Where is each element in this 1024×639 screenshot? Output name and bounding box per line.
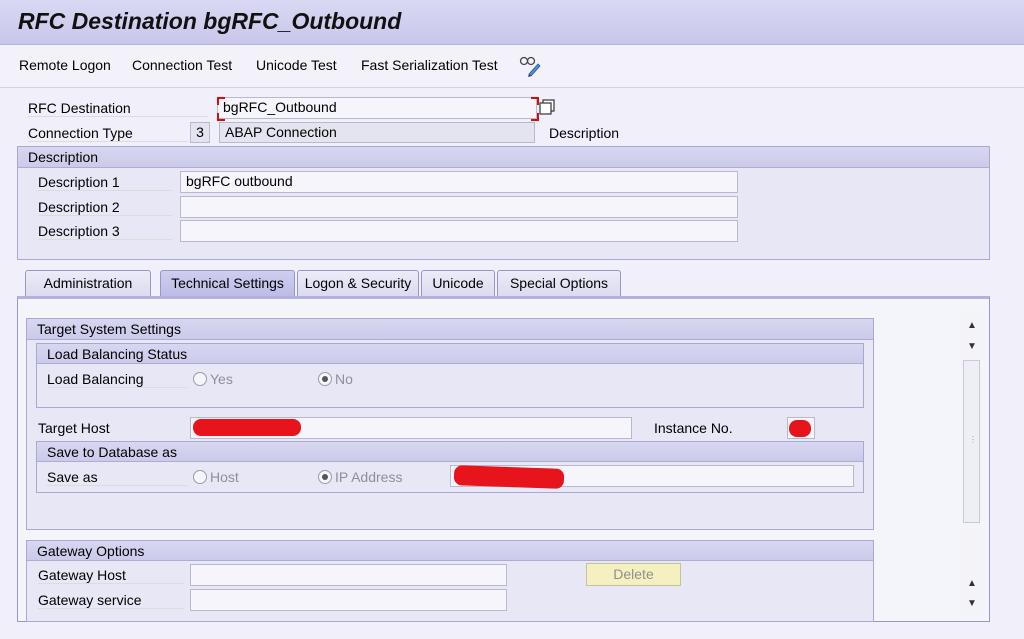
gateway-service-label: Gateway service bbox=[38, 592, 184, 609]
gateway-service-field[interactable] bbox=[190, 589, 507, 611]
save-to-database-title: Save to Database as bbox=[37, 442, 863, 462]
tab-special-options[interactable]: Special Options bbox=[497, 270, 621, 296]
tab-unicode[interactable]: Unicode bbox=[421, 270, 495, 296]
save-as-label: Save as bbox=[47, 469, 187, 486]
application-toolbar: Remote Logon Connection Test Unicode Tes… bbox=[0, 45, 1024, 88]
target-host-label: Target Host bbox=[38, 420, 110, 436]
scroll-up-icon[interactable]: ▲ bbox=[963, 320, 981, 331]
scrollbar-thumb[interactable]: ⋮ bbox=[963, 360, 980, 523]
connection-type-label: Connection Type bbox=[28, 125, 188, 142]
save-as-ip-label: IP Address bbox=[335, 469, 403, 485]
redaction-mark bbox=[789, 420, 811, 437]
description-2-label: Description 2 bbox=[38, 199, 172, 216]
description-1-label: Description 1 bbox=[38, 174, 172, 191]
description-3-label: Description 3 bbox=[38, 223, 172, 240]
load-balancing-yes-label: Yes bbox=[210, 371, 233, 387]
save-as-host-radio[interactable] bbox=[193, 470, 207, 484]
target-system-title: Target System Settings bbox=[27, 319, 873, 340]
tab-administration[interactable]: Administration bbox=[25, 270, 151, 296]
tab-logon-security[interactable]: Logon & Security bbox=[297, 270, 419, 296]
load-balancing-yes-radio[interactable] bbox=[193, 372, 207, 386]
redaction-mark bbox=[193, 419, 301, 436]
rfc-destination-label: RFC Destination bbox=[28, 100, 208, 117]
display-change-icon[interactable] bbox=[518, 55, 542, 77]
gateway-host-field[interactable] bbox=[190, 564, 507, 586]
grip-icon: ⋮ bbox=[969, 435, 977, 444]
rfc-destination-field[interactable]: bgRFC_Outbound bbox=[217, 97, 537, 119]
save-as-ip-radio[interactable] bbox=[318, 470, 332, 484]
load-balancing-no-label: No bbox=[335, 371, 353, 387]
description-link[interactable]: Description bbox=[549, 125, 619, 141]
remote-logon-button[interactable]: Remote Logon bbox=[19, 57, 111, 73]
description-3-field[interactable] bbox=[180, 220, 738, 242]
focus-marker bbox=[531, 113, 539, 121]
gateway-host-label: Gateway Host bbox=[38, 567, 184, 584]
value-help-icon[interactable] bbox=[539, 99, 556, 116]
scroll-down-icon[interactable]: ▼ bbox=[963, 341, 981, 352]
title-bar: RFC Destination bgRFC_Outbound bbox=[0, 0, 1024, 45]
tab-technical-settings[interactable]: Technical Settings bbox=[160, 270, 295, 296]
load-balancing-no-radio[interactable] bbox=[318, 372, 332, 386]
focus-marker bbox=[217, 97, 225, 105]
connection-type-value: ABAP Connection bbox=[219, 122, 535, 143]
instance-no-label: Instance No. bbox=[654, 420, 733, 436]
focus-marker bbox=[531, 97, 539, 105]
fast-serialization-test-button[interactable]: Fast Serialization Test bbox=[361, 57, 498, 73]
load-balancing-label: Load Balancing bbox=[47, 371, 187, 388]
scroll-page-down-icon[interactable]: ▼ bbox=[963, 598, 981, 609]
focus-marker bbox=[217, 113, 225, 121]
redaction-mark bbox=[453, 465, 565, 489]
load-balancing-status-title: Load Balancing Status bbox=[37, 344, 863, 364]
save-as-host-label: Host bbox=[210, 469, 239, 485]
connection-test-button[interactable]: Connection Test bbox=[132, 57, 232, 73]
description-1-field[interactable]: bgRFC outbound bbox=[180, 171, 738, 193]
window-title: RFC Destination bgRFC_Outbound bbox=[18, 8, 402, 34]
scroll-page-up-icon[interactable]: ▲ bbox=[963, 578, 981, 589]
connection-type-code: 3 bbox=[190, 122, 210, 143]
delete-button[interactable]: Delete bbox=[586, 563, 681, 586]
unicode-test-button[interactable]: Unicode Test bbox=[256, 57, 337, 73]
gateway-options-title: Gateway Options bbox=[27, 541, 873, 561]
description-panel-title: Description bbox=[18, 147, 989, 168]
description-2-field[interactable] bbox=[180, 196, 738, 218]
